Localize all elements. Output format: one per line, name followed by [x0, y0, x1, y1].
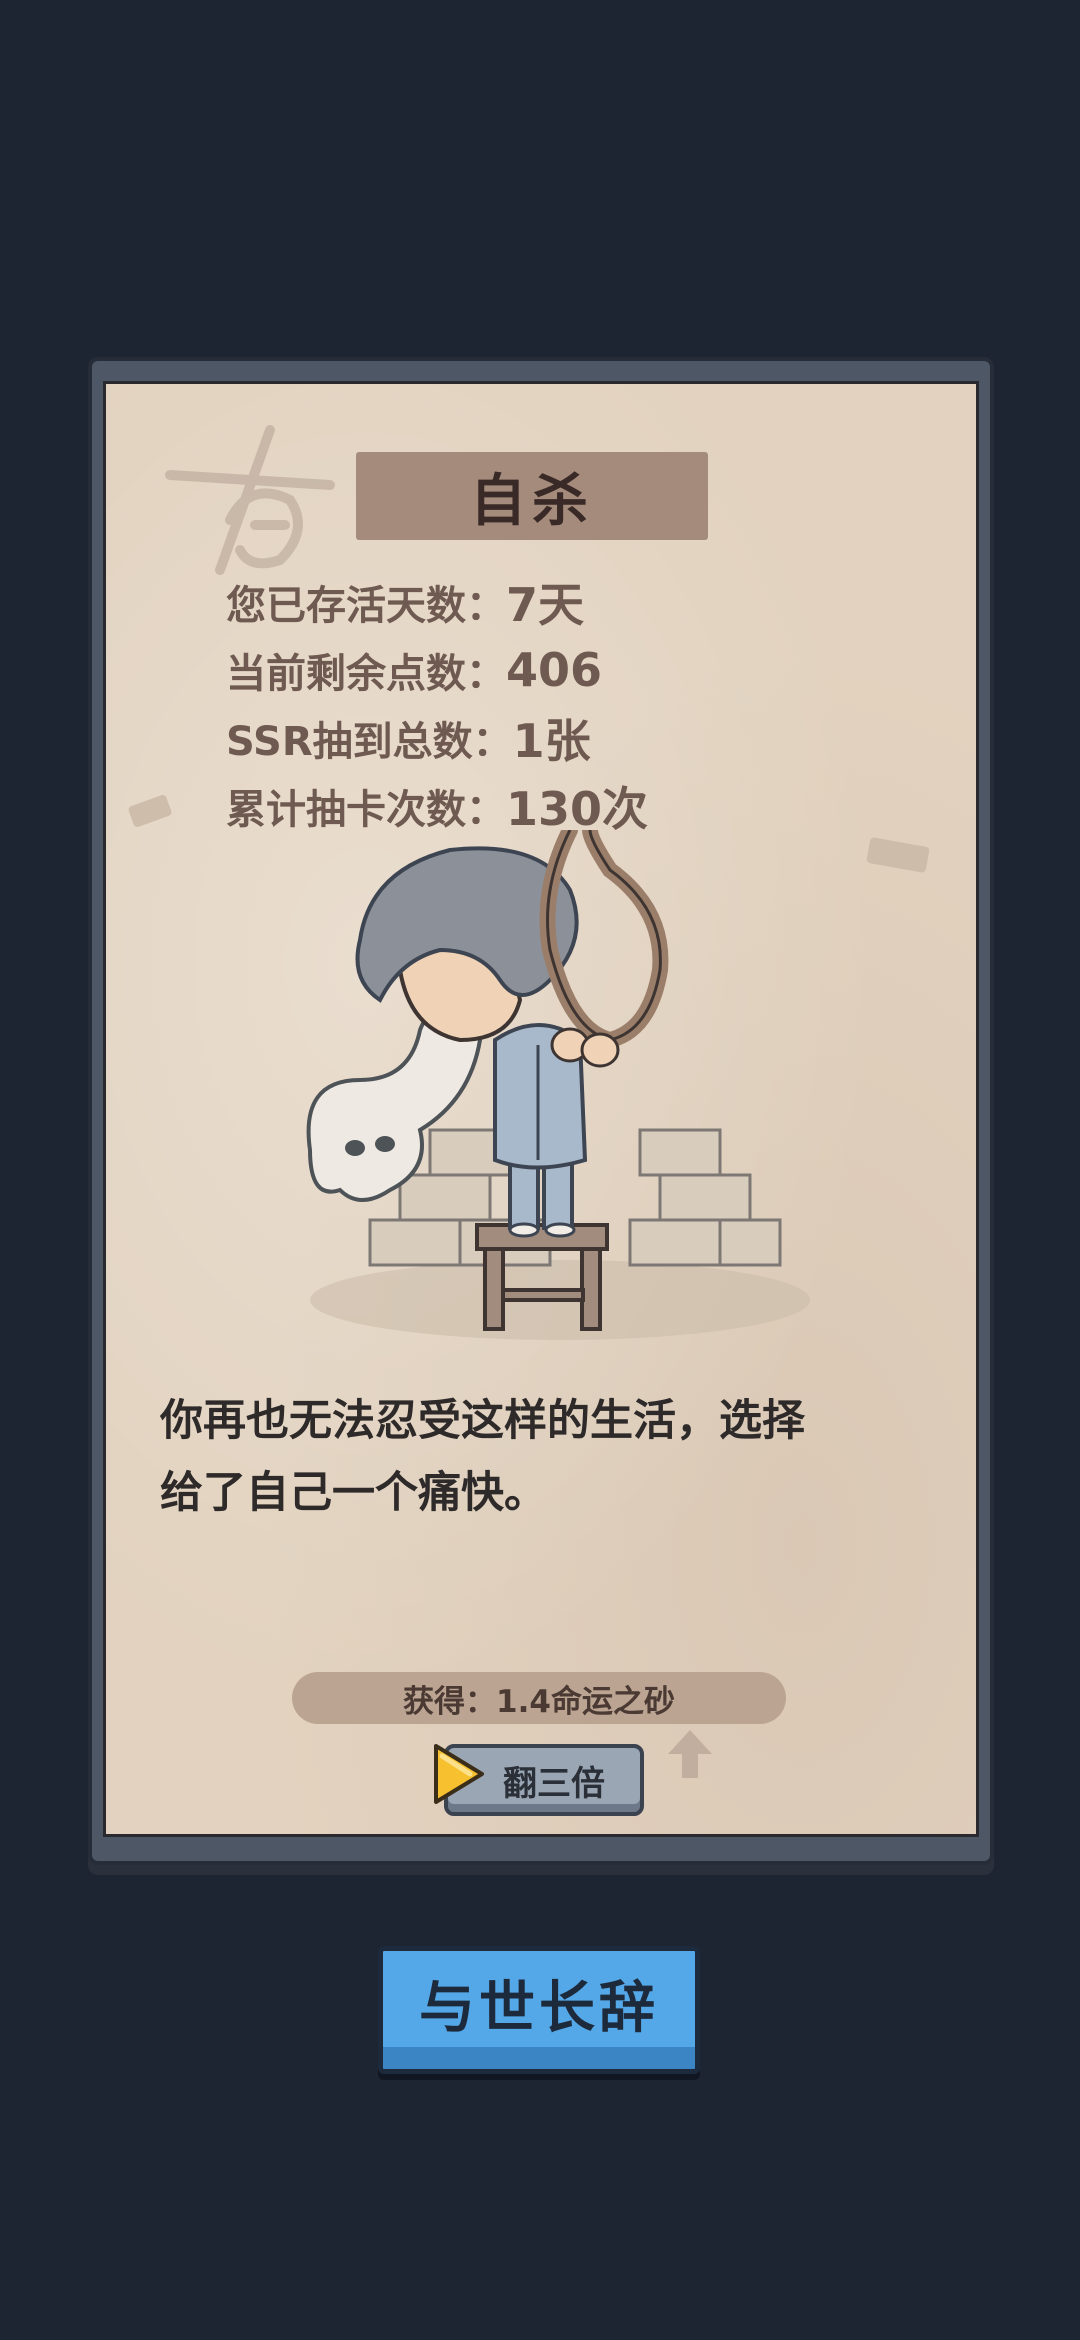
stat-label: 您已存活天数： [226, 583, 506, 629]
stat-label: 累计抽卡次数： [226, 787, 506, 833]
stat-row-days: 您已存活天数： 7天 [226, 568, 648, 636]
reward-label: 获得：1.4命运之砂 [292, 1672, 786, 1724]
stat-value: 406 [506, 643, 603, 697]
stat-row-ssr: SSR抽到总数： 1张 [226, 704, 648, 772]
stat-row-points: 当前剩余点数： 406 [226, 636, 648, 704]
stat-label: SSR抽到总数： [226, 719, 513, 765]
play-icon [434, 1744, 484, 1804]
triple-button-label: 翻三倍 [503, 1763, 605, 1804]
up-arrow-icon [668, 1730, 712, 1778]
card-title: 自杀 [470, 468, 594, 534]
title-banner: 自杀 [356, 452, 708, 540]
story-line-1: 你再也无法忍受这样的生活，选择 [160, 1396, 805, 1446]
story-line-2: 给了自己一个痛快。 [160, 1468, 547, 1518]
stats-list: 您已存活天数： 7天 当前剩余点数： 406 SSR抽到总数： 1张 累计抽卡次… [226, 568, 648, 840]
depart-button-label: 与世长辞 [419, 1975, 659, 2041]
watermark-stamp-icon [165, 425, 335, 575]
stat-label: 当前剩余点数： [226, 651, 506, 697]
event-illustration [306, 830, 810, 1340]
stat-value: 1张 [512, 714, 591, 768]
stat-value: 7天 [506, 578, 585, 632]
story-text: 你再也无法忍受这样的生活，选择 给了自己一个痛快。 [160, 1385, 920, 1529]
depart-world-button[interactable]: 与世长辞 [378, 1946, 700, 2074]
